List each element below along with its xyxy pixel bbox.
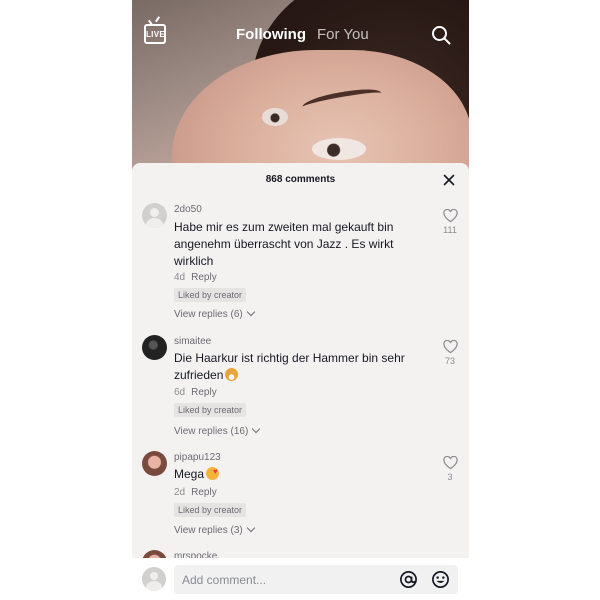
avatar[interactable] [142,335,167,360]
tab-following[interactable]: Following [236,26,306,43]
liked-by-creator-badge: Liked by creator [174,403,247,417]
comment-item[interactable]: mrspocke [132,549,469,558]
smiling-face-with-hearts-icon [206,463,220,480]
chevron-down-icon [252,424,261,434]
video-eye [312,138,366,160]
like-button[interactable]: 3 [438,456,462,482]
live-label: LIVE [146,30,165,39]
live-icon[interactable]: LIVE [144,24,166,44]
comment-text: Mega [174,463,424,483]
search-icon[interactable] [431,25,451,45]
comment-username[interactable]: pipapu123 [174,452,221,463]
comment-item[interactable]: pipapu123 Mega 2dReply Liked by creator … [132,450,469,540]
view-replies-button[interactable]: View replies (6) [174,307,255,320]
like-count: 111 [443,225,457,235]
comment-age: 6d [174,387,186,398]
avatar[interactable] [142,451,167,476]
comment-input-bar [132,558,469,600]
comments-sheet: 868 comments 2do50 Habe mir es zum zweit… [132,163,469,558]
reply-button[interactable]: Reply [191,487,217,498]
chevron-down-icon [246,523,255,533]
heart-icon [442,209,458,223]
view-replies-label: View replies (3) [174,525,243,536]
comment-username[interactable]: mrspocke [174,551,217,558]
heart-icon [442,456,458,470]
comment-count: 868 comments [265,174,336,185]
comment-username[interactable]: 2do50 [174,204,202,215]
tab-for-you[interactable]: For You [317,26,369,43]
comment-text-body: Die Haarkur ist richtig der Hammer bin s… [174,351,405,382]
comment-age: 2d [174,487,186,498]
mention-icon[interactable] [399,570,418,589]
reply-button[interactable]: Reply [191,387,217,398]
view-replies-button[interactable]: View replies (3) [174,523,255,536]
liked-by-creator-badge: Liked by creator [174,288,247,302]
comment-text-body: Mega [174,467,205,481]
view-replies-label: View replies (16) [174,426,249,437]
like-count: 3 [447,472,453,482]
like-count: 73 [444,356,455,366]
comment-meta: 6d Reply [174,387,217,398]
comment-age: 4d [174,272,186,283]
video-eye-2 [262,108,288,126]
avatar[interactable] [142,550,167,558]
comment-input[interactable] [182,571,382,588]
emoji-icon[interactable] [431,570,450,589]
comment-meta: 2d Reply [174,487,217,498]
avatar[interactable] [142,203,167,228]
grinning-face-icon [225,368,239,381]
comment-item[interactable]: simaitee Die Haarkur ist richtig der Ham… [132,334,469,439]
view-replies-button[interactable]: View replies (16) [174,424,261,437]
like-button[interactable]: 73 [438,340,462,366]
comment-username[interactable]: simaitee [174,336,211,347]
liked-by-creator-badge: Liked by creator [174,503,247,517]
view-replies-label: View replies (6) [174,309,243,320]
comment-text: Die Haarkur ist richtig der Hammer bin s… [174,350,424,384]
heart-icon [442,340,458,354]
user-avatar [142,567,166,591]
comments-header: 868 comments [132,163,469,197]
reply-button[interactable]: Reply [191,272,217,283]
comment-text: Habe mir es zum zweiten mal gekauft bin … [174,220,394,268]
phone-screen: LIVE Following For You 868 comments 2do5… [132,0,469,600]
top-nav: LIVE Following For You [132,0,469,70]
like-button[interactable]: 111 [438,209,462,235]
comment-item[interactable]: 2do50 Habe mir es zum zweiten mal gekauf… [132,201,469,321]
comment-input-field[interactable] [174,565,458,594]
chevron-down-icon [246,307,255,317]
comment-meta: 4d Reply [174,272,217,283]
close-icon[interactable] [443,174,455,186]
